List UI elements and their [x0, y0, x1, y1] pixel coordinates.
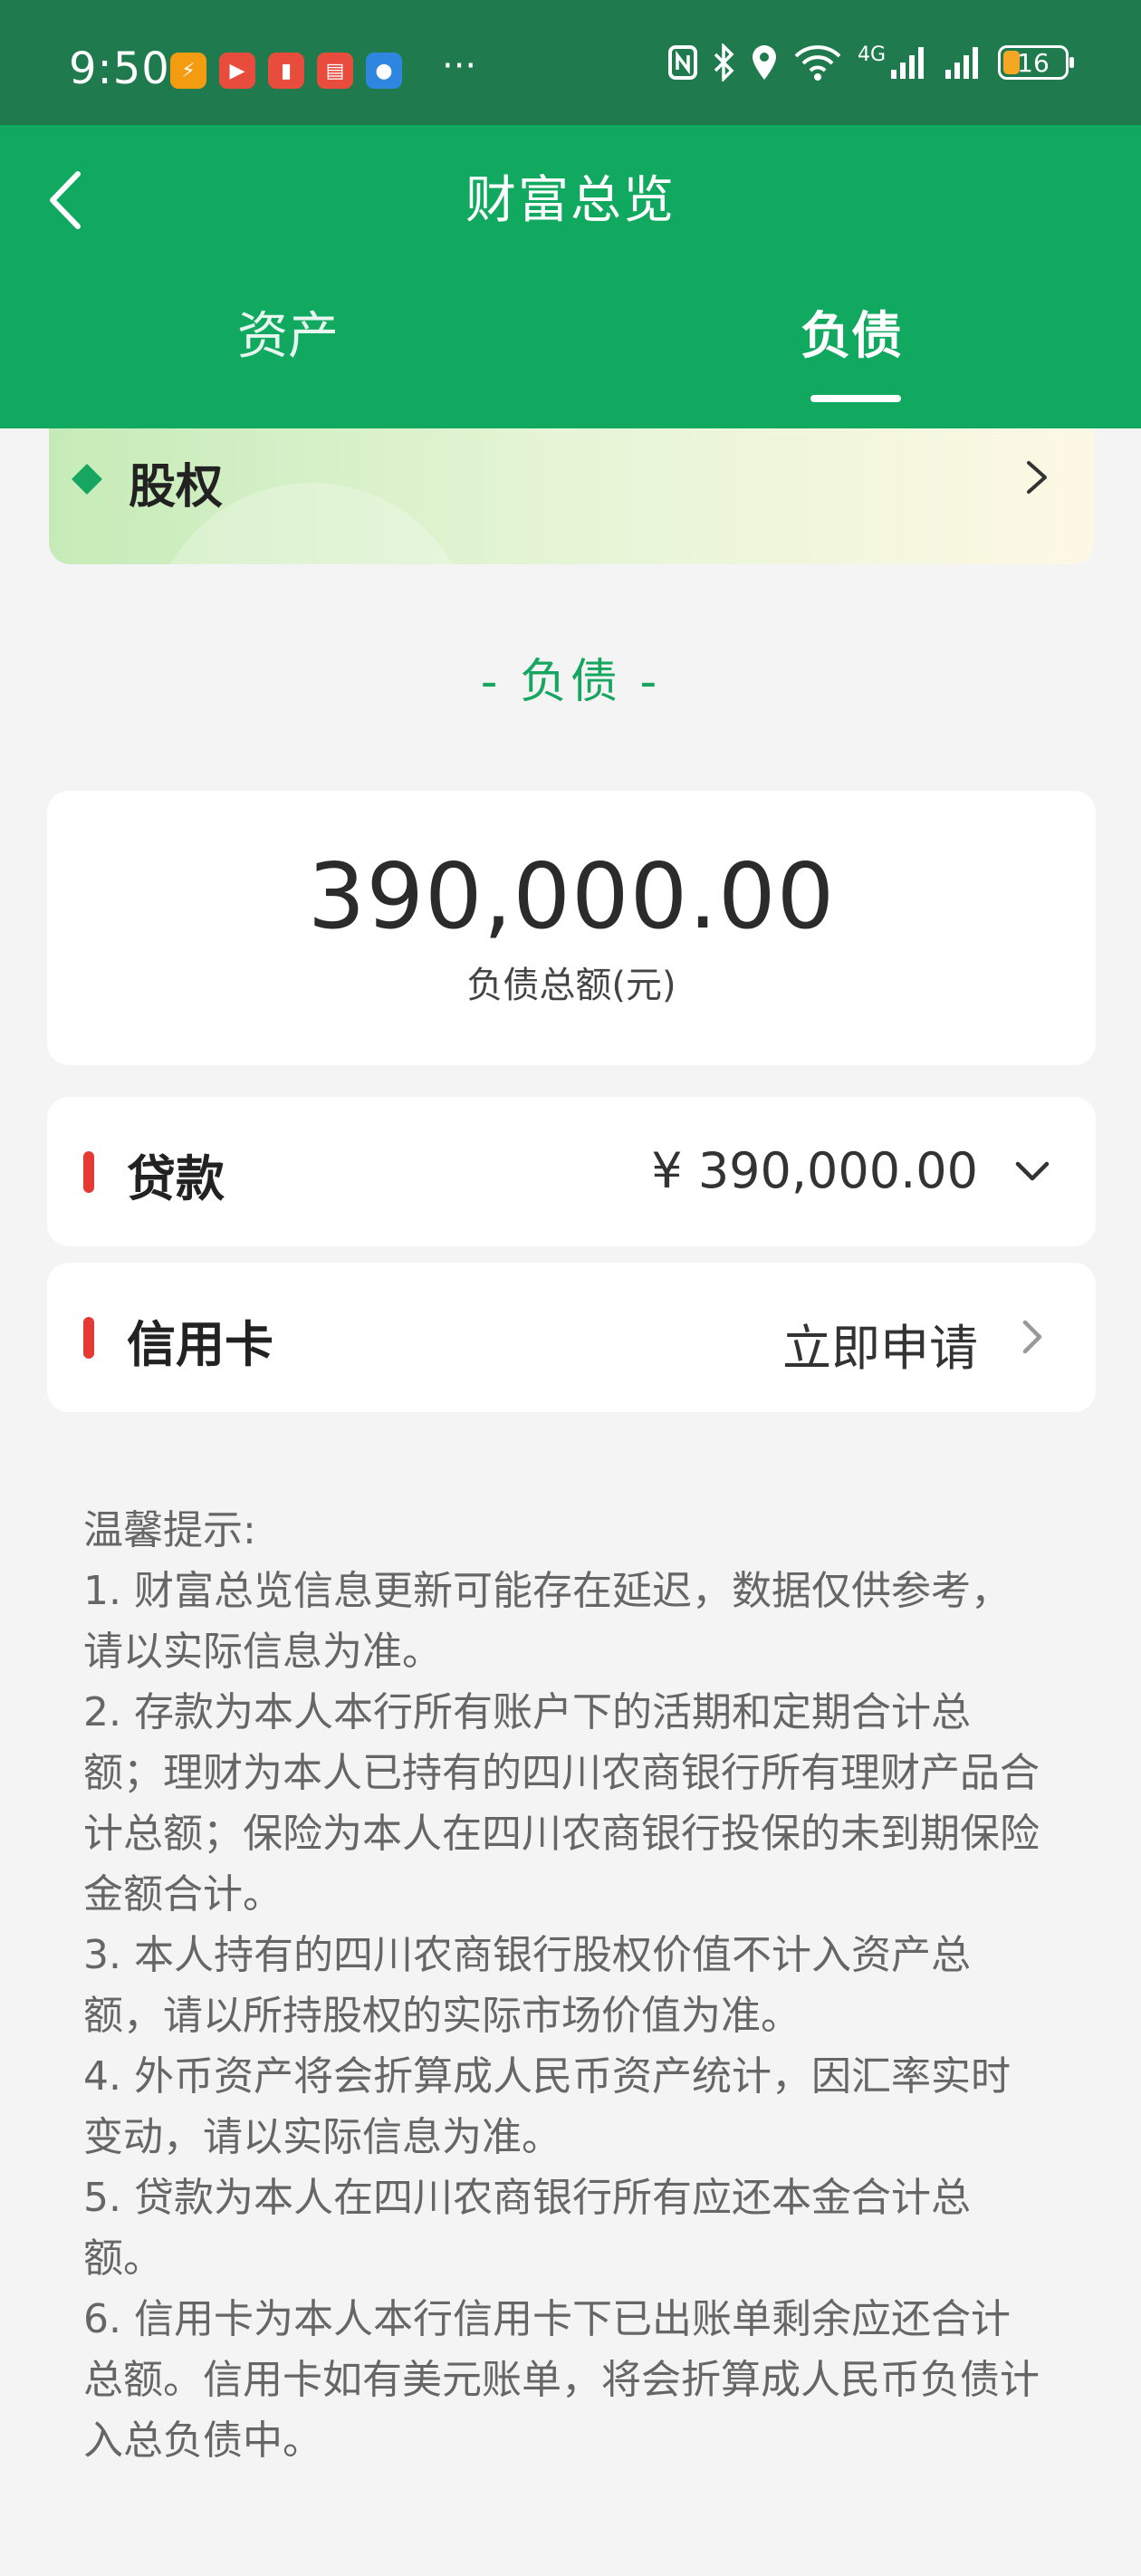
tips-heading: 温馨提示:	[83, 1507, 256, 1553]
loan-label: 贷款	[127, 1150, 225, 1207]
chevron-right-icon	[1027, 461, 1047, 494]
tip-item: 1. 财富总览信息更新可能存在延迟，数据仅供参考，请以实际信息为准。	[83, 1568, 1011, 1675]
section-title: - 负债 -	[480, 655, 661, 709]
signal-icon-secondary	[945, 47, 978, 79]
credit-card-label: 信用卡	[127, 1316, 273, 1373]
equity-label: 股权	[129, 460, 224, 514]
battery-icon: 16	[998, 45, 1074, 80]
chevron-down-icon[interactable]	[1005, 1144, 1060, 1198]
battery-level: 16	[1017, 47, 1050, 78]
wifi-icon	[794, 45, 841, 81]
row-marker	[83, 1317, 94, 1359]
tips-section: 温馨提示: 1. 财富总览信息更新可能存在延迟，数据仅供参考，请以实际信息为准。…	[83, 1500, 1043, 2471]
equity-card[interactable]: 股权	[49, 428, 1094, 564]
total-liabilities-card: 390,000.00 负债总额(元)	[47, 791, 1096, 1065]
total-liabilities-amount: 390,000.00	[307, 843, 836, 949]
video-app-notification-icon: ▶	[219, 53, 255, 89]
row-marker	[83, 1151, 94, 1193]
book-notification-icon: ▤	[317, 53, 353, 89]
apply-now-link[interactable]: 立即申请	[782, 1308, 978, 1379]
status-time: 9:50	[69, 43, 170, 94]
tip-item: 5. 贷款为本人在四川农商银行所有应还本金合计总额。	[83, 2175, 971, 2282]
loan-amount: ¥ 390,000.00	[651, 1142, 978, 1199]
car-app-notification-icon: ●	[366, 53, 402, 89]
nfc-icon	[667, 45, 697, 80]
active-tab-indicator	[810, 395, 901, 402]
network-type: 4G	[857, 43, 886, 66]
status-indicators: 4G 16	[667, 43, 1074, 82]
location-icon	[752, 45, 776, 80]
credit-card-row[interactable]: 信用卡 立即申请	[47, 1263, 1096, 1412]
bluetooth-icon	[714, 43, 734, 82]
loan-row[interactable]: 贷款 ¥ 390,000.00	[47, 1097, 1096, 1246]
app-header: 财富总览 资产 负债	[0, 125, 1141, 428]
app-notification-icon: ⚡	[170, 53, 206, 89]
tab-assets[interactable]: 资产	[237, 295, 339, 369]
status-bar: 9:50 ⚡ ▶ ▮ ▤ ● ··· 4G 16	[0, 0, 1141, 125]
shop-notification-icon: ▮	[268, 53, 304, 89]
tip-item: 2. 存款为本人本行所有账户下的活期和定期合计总额；理财为本人已持有的四川农商银…	[83, 1689, 1040, 1918]
status-more: ···	[442, 45, 477, 87]
signal-icon-primary	[891, 47, 924, 79]
diamond-icon	[72, 464, 102, 495]
notification-icons: ⚡ ▶ ▮ ▤ ●	[170, 53, 402, 89]
tip-item: 3. 本人持有的四川农商银行股权价值不计入资产总额，请以所持股权的实际市场价值为…	[83, 1932, 971, 2039]
total-liabilities-label: 负债总额(元)	[466, 965, 676, 1006]
tip-item: 4. 外币资产将会折算成人民币资产统计，因汇率实时变动，请以实际信息为准。	[83, 2053, 1011, 2160]
tab-liabilities[interactable]: 负债	[801, 295, 902, 369]
tip-item: 6. 信用卡为本人本行信用卡下已出账单剩余应还合计总额。信用卡如有美元账单，将会…	[83, 2296, 1040, 2464]
chevron-right-icon	[1022, 1320, 1042, 1354]
page-title: 财富总览	[465, 171, 676, 230]
